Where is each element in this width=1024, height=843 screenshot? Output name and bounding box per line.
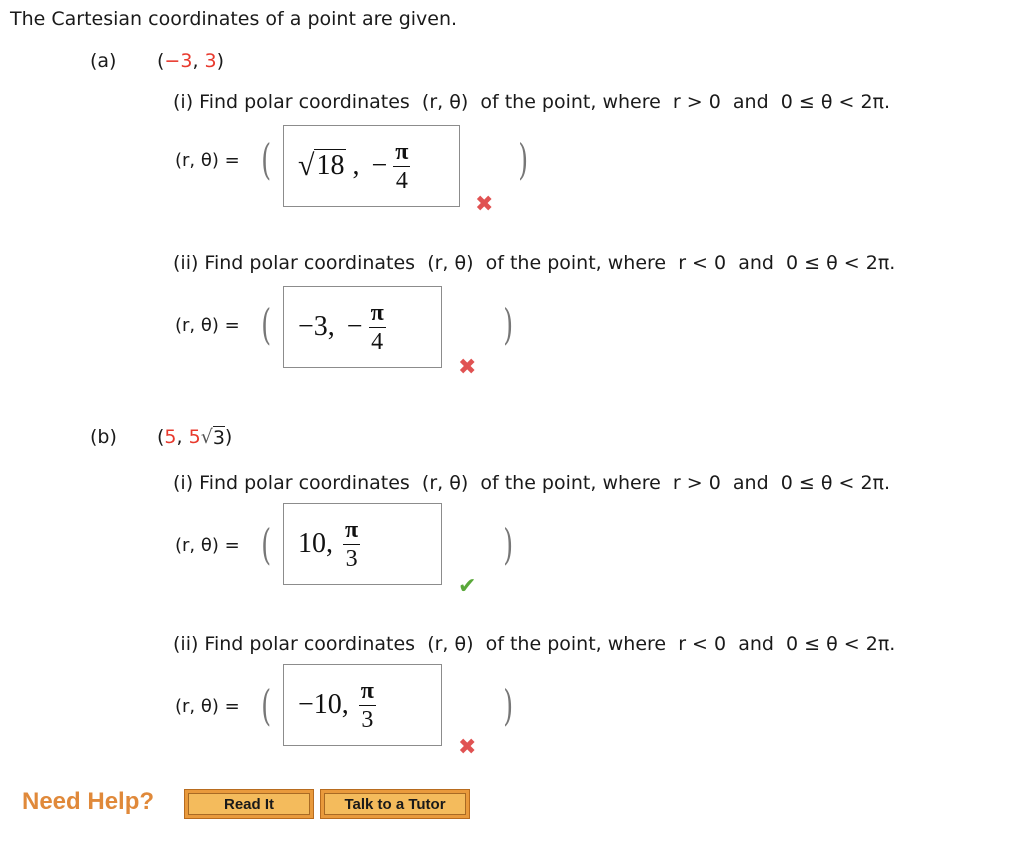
answer-box-a-i[interactable]: √ 18 , − π4: [283, 125, 460, 207]
eq-label: (r, θ) =: [175, 535, 240, 556]
point-close: ): [224, 426, 233, 448]
radicand: 3: [212, 426, 225, 449]
question-b-i: (i) Find polar coordinates (r, θ) of the…: [173, 472, 890, 494]
radicand: 18: [314, 149, 347, 181]
close-paren: ): [503, 520, 514, 569]
answer-box-b-i[interactable]: 10, π3: [283, 503, 442, 585]
read-it-label: Read It: [188, 793, 310, 815]
r-theta: (r, θ): [427, 252, 474, 274]
and-text: and: [738, 252, 774, 274]
part-a-point: (−3, 3): [157, 50, 224, 72]
answer-box-a-ii[interactable]: −3, − π4: [283, 286, 442, 368]
question-text: (i) Find polar coordinates: [173, 472, 410, 494]
point-y: 5: [188, 426, 201, 448]
open-paren: (: [261, 520, 272, 569]
point-sep: ,: [176, 426, 189, 448]
point-x: −3: [164, 50, 193, 72]
open-paren: (: [261, 681, 272, 730]
incorrect-x-icon: ✖: [458, 355, 477, 380]
and-text: and: [732, 91, 769, 113]
denominator: 4: [395, 167, 408, 194]
open-paren: (: [261, 300, 272, 349]
question-a-ii: (ii) Find polar coordinates (r, θ) of th…: [173, 252, 895, 274]
and-text: and: [732, 472, 769, 494]
point-y: 3: [204, 50, 217, 72]
question-text: (i) Find polar coordinates: [173, 91, 410, 113]
problem-intro: The Cartesian coordinates of a point are…: [10, 8, 458, 30]
close-paren: ): [518, 135, 529, 184]
minus-sign: −: [371, 150, 388, 181]
numerator: π: [343, 516, 361, 545]
question-a-i: (i) Find polar coordinates (r, θ) of the…: [173, 91, 890, 113]
comma: ,: [352, 150, 360, 181]
incorrect-x-icon: ✖: [458, 735, 477, 760]
question-text-mid: of the point, where: [485, 633, 667, 655]
fraction: π4: [368, 299, 386, 355]
r-condition: r < 0: [678, 252, 727, 274]
point-close: ): [216, 50, 225, 72]
denominator: 3: [345, 545, 358, 572]
open-paren: (: [261, 135, 272, 184]
r-theta: (r, θ): [427, 633, 474, 655]
incorrect-x-icon: ✖: [475, 192, 494, 217]
r-theta: (r, θ): [421, 91, 469, 113]
theta-condition: 0 ≤ θ < 2π.: [786, 252, 896, 274]
question-b-ii: (ii) Find polar coordinates (r, θ) of th…: [173, 633, 895, 655]
eq-label: (r, θ) =: [175, 696, 240, 717]
answer-box-b-ii[interactable]: −10, π3: [283, 664, 442, 746]
eq-label: (r, θ) =: [175, 150, 240, 171]
close-paren: ): [503, 300, 514, 349]
minus-sign: −: [346, 311, 363, 342]
numerator: π: [358, 677, 376, 706]
part-a-label: (a): [90, 50, 117, 72]
r-condition: r > 0: [672, 472, 721, 494]
correct-check-icon: ✔: [458, 574, 477, 599]
question-text: (ii) Find polar coordinates: [173, 633, 416, 655]
and-text: and: [738, 633, 774, 655]
question-text-mid: of the point, where: [480, 472, 661, 494]
eq-label: (r, θ) =: [175, 315, 240, 336]
fraction: π3: [343, 516, 361, 572]
part-b-label: (b): [90, 426, 117, 448]
point-x: 5: [164, 426, 177, 448]
question-text: (ii) Find polar coordinates: [173, 252, 416, 274]
r-value: −3,: [298, 311, 335, 342]
r-condition: r < 0: [678, 633, 727, 655]
point-sep: ,: [192, 50, 205, 72]
sqrt-expression: √ 18: [298, 149, 347, 182]
talk-to-tutor-label: Talk to a Tutor: [324, 793, 466, 815]
close-paren: ): [503, 681, 514, 730]
theta-condition: 0 ≤ θ < 2π.: [786, 633, 896, 655]
r-condition: r > 0: [672, 91, 721, 113]
sqrt-expression: √ 3: [200, 426, 225, 449]
question-text-mid: of the point, where: [485, 252, 667, 274]
denominator: 3: [361, 706, 374, 733]
r-value: 10,: [298, 528, 333, 559]
r-value: −10,: [298, 689, 349, 720]
theta-condition: 0 ≤ θ < 2π.: [780, 472, 891, 494]
numerator: π: [368, 299, 386, 328]
denominator: 4: [371, 328, 384, 355]
numerator: π: [393, 138, 411, 167]
question-text-mid: of the point, where: [480, 91, 661, 113]
part-b-point: (5, 5 √ 3): [157, 426, 232, 449]
read-it-button[interactable]: Read It: [184, 789, 314, 819]
fraction: π4: [393, 138, 411, 194]
need-help-label: Need Help?: [22, 788, 155, 815]
talk-to-tutor-button[interactable]: Talk to a Tutor: [320, 789, 470, 819]
theta-condition: 0 ≤ θ < 2π.: [780, 91, 891, 113]
r-theta: (r, θ): [421, 472, 469, 494]
fraction: π3: [358, 677, 376, 733]
